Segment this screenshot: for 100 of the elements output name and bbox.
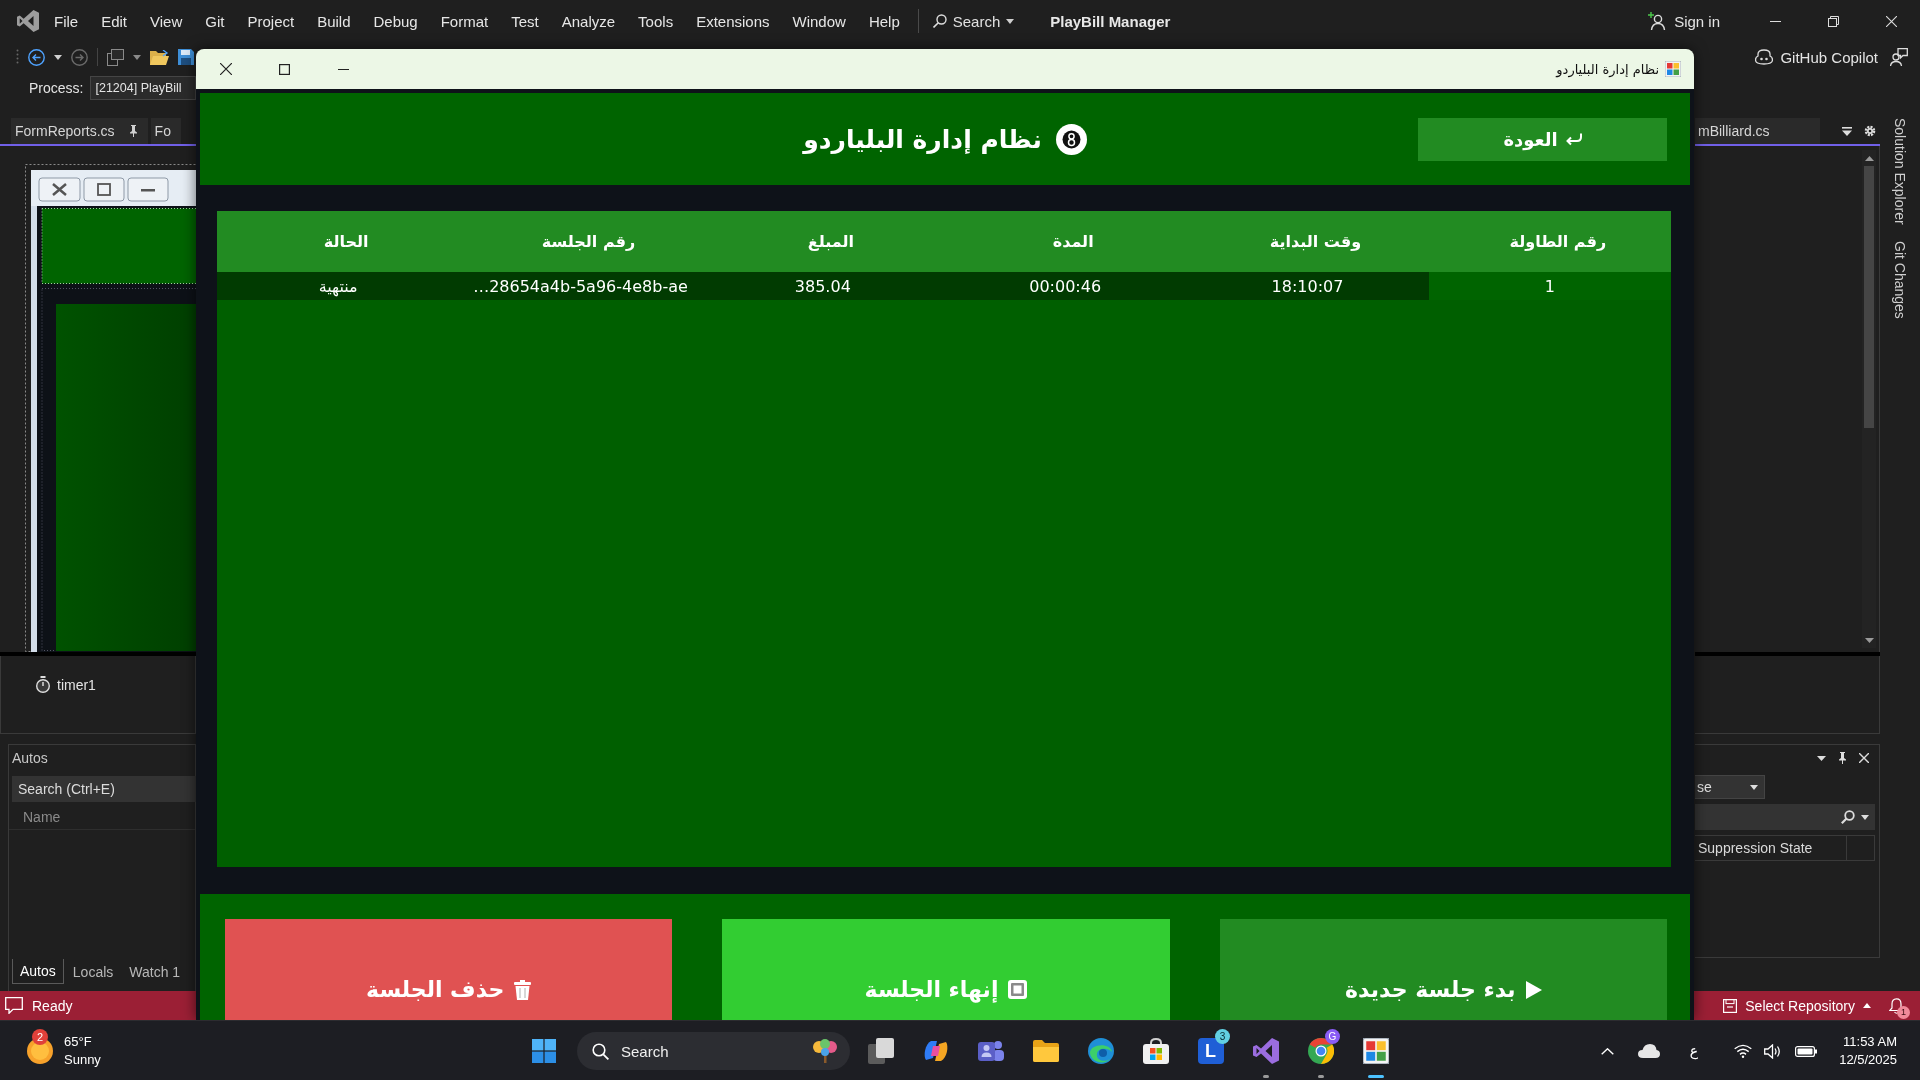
select-repository-button[interactable]: Select Repository [1723, 997, 1871, 1014]
search-button[interactable]: Search [932, 12, 1015, 30]
menu-item[interactable]: Tools [638, 12, 674, 30]
input-language[interactable]: ع [1689, 1043, 1699, 1059]
side-tab[interactable]: Git Changes [1892, 240, 1908, 319]
pin-icon[interactable] [128, 125, 138, 137]
file-tab[interactable]: Fo [150, 118, 181, 144]
stopwatch-icon [35, 676, 51, 693]
clock-date[interactable]: 12/5/2025 [1839, 1051, 1897, 1070]
menu-item[interactable]: Edit [101, 12, 128, 30]
chevron-up-icon[interactable] [1600, 1047, 1614, 1055]
caret-icon [1006, 18, 1015, 24]
people-icon[interactable] [977, 1038, 1004, 1064]
process-dropdown[interactable]: [21204] PlayBill [90, 76, 197, 100]
repository-icon [1723, 998, 1738, 1013]
stacked-windows-icon[interactable] [107, 48, 124, 66]
table-cell: 00:00:46 [944, 272, 1187, 300]
overflow-icon[interactable] [1842, 126, 1852, 136]
tree-icon [812, 1039, 838, 1063]
minimize-icon[interactable] [338, 68, 349, 70]
return-arrow-icon [1564, 132, 1582, 146]
settings-icon[interactable] [1864, 125, 1876, 137]
menu-item[interactable]: View [150, 12, 183, 30]
app-icon[interactable] [1362, 1038, 1389, 1064]
menu-item[interactable]: Help [868, 12, 900, 30]
close-icon[interactable] [219, 63, 232, 75]
menu-item[interactable]: Extensions [696, 12, 770, 30]
search-icon[interactable] [1841, 810, 1855, 824]
maximize-icon[interactable] [279, 63, 290, 75]
colorful-logo-icon[interactable] [922, 1038, 949, 1064]
menu-item[interactable]: Analyze [561, 12, 616, 30]
table-cell: 385.04 [701, 272, 944, 300]
menu-item[interactable]: Project [247, 12, 295, 30]
file-tab[interactable]: FormReports.cs [11, 118, 148, 144]
wifi-icon[interactable] [1734, 1044, 1753, 1058]
menu-item[interactable]: File [54, 12, 79, 30]
folder-icon[interactable] [1032, 1040, 1059, 1062]
scroll-up-icon[interactable] [1864, 156, 1874, 161]
scroll-down-icon[interactable] [1864, 638, 1874, 643]
scrollbar-thumb[interactable] [1864, 166, 1874, 428]
clock-time[interactable]: 11:53 AM [1843, 1032, 1897, 1051]
menu-item[interactable]: Git [205, 12, 225, 30]
filter-dropdown[interactable]: se [1695, 775, 1765, 799]
column-header[interactable]: المدة [944, 211, 1187, 272]
stop-icon [1008, 980, 1028, 999]
battery-icon[interactable] [1795, 1045, 1818, 1057]
browser-logo-icon[interactable] [1307, 1038, 1334, 1064]
delete-session-button[interactable]: حذف الجلسة [225, 919, 673, 1020]
copilot-button[interactable]: GitHub Copilot [1755, 48, 1878, 66]
infinity-logo-icon[interactable] [1252, 1038, 1279, 1064]
speaker-icon[interactable] [1764, 1043, 1782, 1059]
panel-tab[interactable]: Locals [65, 959, 121, 984]
column-header[interactable]: Name [23, 809, 61, 825]
feedback-icon[interactable] [1890, 48, 1908, 66]
menu-item[interactable]: Test [511, 12, 539, 30]
back-icon[interactable] [28, 48, 45, 66]
folder-icon[interactable] [150, 49, 169, 65]
pin-icon[interactable] [1838, 752, 1847, 764]
column-header[interactable]: رقم الطاولة [1428, 211, 1671, 272]
column-header[interactable]: الحالة [217, 211, 460, 272]
scrollbar[interactable] [1862, 150, 1876, 648]
task-view-icon[interactable] [867, 1038, 894, 1064]
menu-item[interactable]: Window [792, 12, 846, 30]
start-icon[interactable] [532, 1039, 556, 1063]
search-icon [592, 1043, 609, 1060]
panel-tab[interactable]: Autos [12, 959, 64, 984]
menu-item[interactable]: Debug [373, 12, 418, 30]
side-tab[interactable]: Solution Explorer [1892, 118, 1908, 225]
shopping-bag-icon[interactable] [1142, 1038, 1169, 1064]
save-icon[interactable] [178, 49, 194, 65]
minimize-icon[interactable] [1769, 20, 1781, 22]
menu-item[interactable]: Build [317, 12, 351, 30]
panel-tab[interactable]: Watch 1 [122, 959, 188, 984]
restore-icon[interactable] [1827, 15, 1839, 27]
component-label[interactable]: timer1 [57, 676, 96, 693]
column-header[interactable]: المبلغ [701, 211, 944, 272]
bell-icon[interactable] [1889, 997, 1904, 1014]
search-field[interactable] [1695, 804, 1875, 830]
column-header[interactable]: وقت البداية [1186, 211, 1429, 272]
table-cell: 1 [1428, 272, 1671, 300]
back-button[interactable]: العودة [1418, 117, 1667, 161]
forward-icon[interactable] [71, 48, 88, 66]
billiard-ball-icon [1055, 123, 1087, 155]
menu-item[interactable]: Format [440, 12, 489, 30]
swirl-icon[interactable] [1087, 1038, 1114, 1064]
cloud-icon[interactable] [1637, 1044, 1660, 1058]
play-icon [1525, 980, 1542, 999]
window-title: نظام إدارة البلياردو [1556, 61, 1659, 77]
search-field[interactable]: Search (Ctrl+E) [12, 776, 198, 802]
speech-bubble-icon [5, 997, 23, 1014]
dropdown-icon[interactable] [1817, 755, 1826, 761]
solution-name: PlayBill Manager [1050, 12, 1171, 30]
file-tab[interactable]: mBilliard.cs [1695, 118, 1820, 144]
sign-in-button[interactable]: Sign in [1648, 12, 1720, 30]
column-header[interactable]: رقم الجلسة [459, 211, 702, 272]
panel-title: Autos [12, 750, 48, 766]
status-text: Ready [32, 997, 73, 1014]
caret-icon [1863, 1003, 1871, 1008]
new-session-button[interactable]: بدء جلسة جديدة [1219, 919, 1667, 1020]
search-field[interactable]: Search [577, 1032, 850, 1070]
